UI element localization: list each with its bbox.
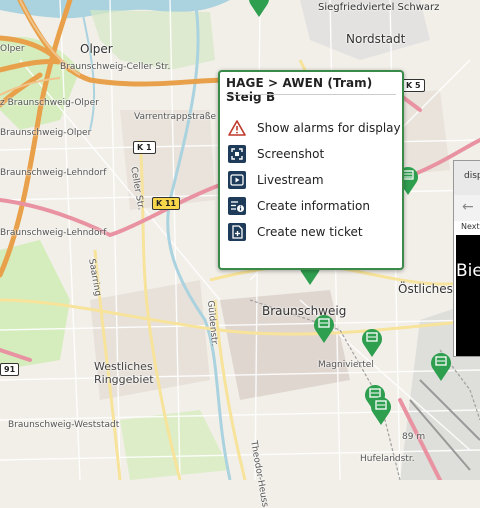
popup-title: HAGE > AWEN (Tram) Steig B: [226, 76, 373, 104]
livestream-menu-item[interactable]: Livestream: [228, 170, 324, 190]
map-label-olper: Olper: [80, 42, 113, 56]
map-label-bs-lehndorf: Braunschweig-Lehndorf: [0, 168, 107, 178]
map-label-weststadt: Braunschweig-Weststadt: [8, 420, 120, 430]
warning-triangle-icon: [228, 120, 246, 136]
display-marker-pin[interactable]: [370, 396, 392, 426]
screenshot-label: Screenshot: [257, 147, 325, 161]
show-alarms-label: Show alarms for display: [257, 121, 401, 135]
screenshot-menu-item[interactable]: Screenshot: [228, 144, 324, 164]
screenshot-icon: [228, 145, 246, 163]
display-marker-pin[interactable]: [430, 352, 452, 382]
map-label-westliches: Westliches Ringgebiet: [94, 360, 154, 386]
display-marker-pin[interactable]: [361, 328, 383, 358]
road-shield-k11: K 11: [152, 197, 181, 210]
panel-address-bar[interactable]: disp: [454, 161, 480, 196]
map-label-altitude: 89 m: [402, 432, 426, 442]
display-marker-pin[interactable]: [248, 0, 270, 18]
livestream-side-panel[interactable]: disp ← Next r Bie: [453, 160, 480, 357]
show-alarms-menu-item[interactable]: Show alarms for display: [228, 118, 401, 138]
panel-subtitle: Next r: [461, 222, 480, 231]
display-marker-pin[interactable]: [313, 314, 335, 344]
map-label-magniviertel: Magniviertel: [318, 360, 374, 370]
display-preview-screen: [456, 235, 480, 356]
create-ticket-menu-item[interactable]: Create new ticket: [228, 222, 363, 242]
road-shield-k5: K 5: [402, 79, 425, 92]
road-shield-91: 91: [0, 363, 20, 376]
create-ticket-label: Create new ticket: [257, 225, 363, 239]
map-label-varrentrapp: Varrentrappstraße: [134, 112, 217, 122]
create-information-menu-item[interactable]: Create information: [228, 196, 370, 216]
livestream-label: Livestream: [257, 173, 324, 187]
map-label-bs-olper2: z Braunschweig-Olper: [0, 98, 99, 108]
panel-nav-bar: ←: [454, 195, 480, 221]
map-label-hufeland: Hufelandstr.: [360, 454, 415, 464]
map-label-bs-celler: Braunschweig-Celler Str.: [60, 62, 171, 72]
map-label-siegfried: Siegfriedviertel Schwarz: [318, 2, 440, 13]
back-arrow-icon[interactable]: ←: [462, 199, 474, 215]
create-information-label: Create information: [257, 199, 370, 213]
panel-url-text: disp: [464, 171, 480, 181]
display-preview-text: Bie: [456, 261, 480, 281]
popup-divider: [226, 94, 396, 95]
livestream-play-icon: [228, 171, 246, 189]
map-label-bs-olper3: Braunschweig-Olper: [0, 128, 92, 138]
display-context-popup: HAGE > AWEN (Tram) Steig B Show alarms f…: [218, 70, 404, 270]
map-label-bs-lehndorf2: Braunschweig-Lehndorf: [0, 228, 107, 238]
road-shield-k1: K 1: [133, 141, 156, 154]
create-information-icon: [228, 197, 246, 215]
new-ticket-icon: [228, 223, 246, 241]
map-label-nordstadt: Nordstadt: [346, 32, 406, 46]
map-label-olper-top: Olper: [0, 44, 25, 54]
